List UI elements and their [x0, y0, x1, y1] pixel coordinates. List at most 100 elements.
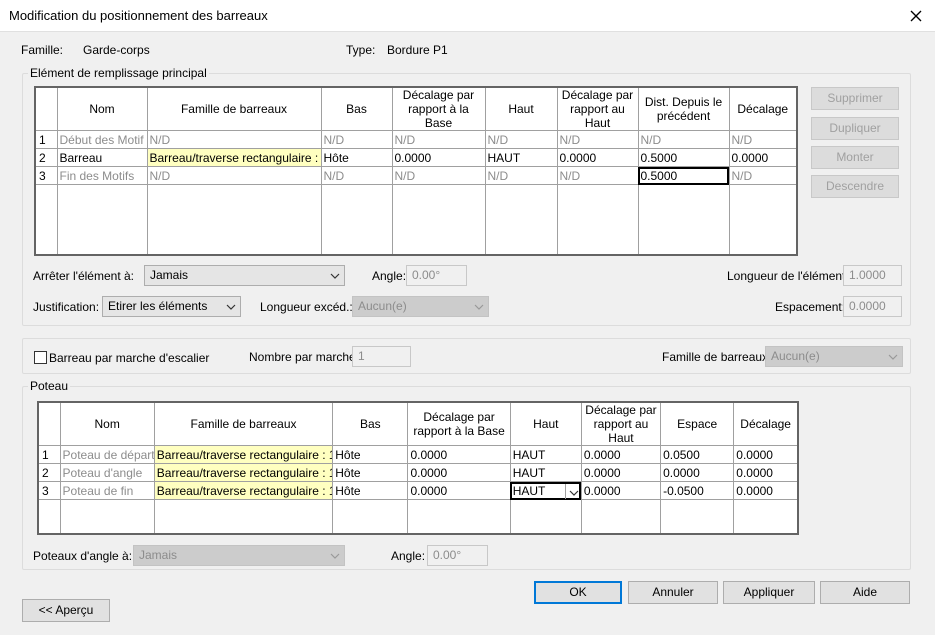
cell-bas[interactable]: Hôte	[332, 445, 409, 464]
column-header-decalage-haut[interactable]: Décalage par rapport au Haut	[556, 86, 639, 131]
column-header-haut[interactable]: Haut	[484, 86, 558, 131]
cell-famille[interactable]: N/D	[146, 130, 322, 149]
cell-haut-combo[interactable]: HAUT	[509, 481, 582, 500]
cell-bas[interactable]: Hôte	[332, 463, 409, 482]
column-header-bas[interactable]: Bas	[320, 86, 393, 131]
cell-decalage-haut[interactable]: 0.0000	[580, 445, 662, 464]
apercu-button[interactable]: << Aperçu	[22, 599, 110, 622]
cell-famille[interactable]: Barreau/traverse rectangulaire : 1	[153, 481, 334, 500]
column-header-nom[interactable]: Nom	[56, 86, 148, 131]
cell-dist[interactable]: 0.5000	[637, 148, 730, 167]
aide-button[interactable]: Aide	[820, 581, 910, 604]
cell-espace[interactable]: -0.0500	[660, 481, 735, 500]
cell-decalage[interactable]: 0.0000	[733, 481, 799, 500]
cell-nom[interactable]: Fin des Motifs	[56, 166, 148, 185]
justification-label: Justification:	[33, 300, 100, 314]
cell-nom[interactable]: Poteau de départ	[59, 445, 155, 464]
column-header-decalage-base[interactable]: Décalage par rapport à la Base	[391, 86, 486, 131]
justification-select[interactable]: Etirer les éléments	[102, 296, 241, 317]
cell-nom[interactable]: Début des Motif	[56, 130, 148, 149]
cell-decalage-base[interactable]: 0.0000	[391, 148, 486, 167]
cell-dist[interactable]: N/D	[637, 130, 730, 149]
close-icon[interactable]	[905, 5, 927, 27]
column-header-espace[interactable]: Espace	[660, 401, 735, 446]
supprimer-button[interactable]: Supprimer	[811, 87, 899, 110]
famille-label: Famille:	[21, 43, 64, 57]
cell-decalage-haut[interactable]: N/D	[556, 166, 639, 185]
cell-bas[interactable]: N/D	[320, 130, 393, 149]
cell-decalage-base[interactable]: 0.0000	[407, 445, 511, 464]
cell-bas[interactable]: N/D	[320, 166, 393, 185]
dupliquer-button[interactable]: Dupliquer	[811, 117, 899, 140]
monter-button[interactable]: Monter	[811, 146, 899, 169]
arreter-select[interactable]: Jamais	[144, 265, 345, 286]
stair-famille-select[interactable]: Aucun(e)	[765, 346, 903, 367]
cell-haut[interactable]: HAUT	[484, 148, 558, 167]
cell-haut[interactable]: N/D	[484, 166, 558, 185]
longueur-exced-label: Longueur excéd.:	[260, 300, 353, 314]
cell-haut[interactable]: HAUT	[509, 445, 582, 464]
cell-haut[interactable]: N/D	[484, 130, 558, 149]
column-header-famille[interactable]: Famille de barreaux	[146, 86, 322, 131]
longueur-element-label: Longueur de l'élément:	[727, 269, 849, 283]
column-header-haut[interactable]: Haut	[509, 401, 582, 446]
longueur-exced-select[interactable]: Aucun(e)	[352, 296, 489, 317]
cell-nom[interactable]: Poteau d'angle	[59, 463, 155, 482]
cell-decalage-haut[interactable]: 0.0000	[556, 148, 639, 167]
column-header-decalage[interactable]: Décalage	[733, 401, 799, 446]
table-row[interactable]: 1 Poteau de départ Barreau/traverse rect…	[37, 445, 799, 464]
cell-nom[interactable]: Barreau	[56, 148, 148, 167]
longueur-element-field[interactable]: 1.0000	[843, 265, 902, 286]
stair-famille-value: Aucun(e)	[771, 349, 820, 363]
column-header-decalage[interactable]: Décalage	[728, 86, 798, 131]
column-header-nom[interactable]: Nom	[59, 401, 155, 446]
column-header-famille[interactable]: Famille de barreaux	[153, 401, 334, 446]
cell-decalage-base[interactable]: 0.0000	[407, 481, 511, 500]
cell-nom[interactable]: Poteau de fin	[59, 481, 155, 500]
table-row[interactable]: 2 Barreau Barreau/traverse rectangulaire…	[34, 148, 798, 167]
column-header-dist[interactable]: Dist. Depuis le précédent	[637, 86, 730, 131]
angle-field[interactable]: 0.00°	[406, 265, 467, 286]
cell-decalage-base[interactable]: 0.0000	[407, 463, 511, 482]
cell-haut[interactable]: HAUT	[509, 463, 582, 482]
table-row[interactable]: 1 Début des Motif N/D N/D N/D N/D N/D N/…	[34, 130, 798, 149]
cell-espace[interactable]: 0.0500	[660, 445, 735, 464]
espacement-field[interactable]: 0.0000	[843, 296, 902, 317]
angle-posts-select[interactable]: Jamais	[133, 545, 345, 566]
column-header-bas[interactable]: Bas	[332, 401, 409, 446]
cell-decalage-base[interactable]: N/D	[391, 166, 486, 185]
cell-decalage-haut[interactable]: 0.0000	[580, 481, 662, 500]
table-row[interactable]: 3 Fin des Motifs N/D N/D N/D N/D N/D 0.5…	[34, 166, 798, 185]
ok-button[interactable]: OK	[534, 581, 622, 604]
descendre-button[interactable]: Descendre	[811, 175, 899, 198]
annuler-button[interactable]: Annuler	[628, 581, 718, 604]
cell-decalage[interactable]: 0.0000	[728, 148, 798, 167]
cell-dist-selected[interactable]: 0.5000	[637, 166, 730, 185]
cell-famille[interactable]: Barreau/traverse rectangulaire : 1	[153, 463, 334, 482]
cell-famille[interactable]: Barreau/traverse rectangulaire :	[146, 148, 322, 167]
cell-famille[interactable]: Barreau/traverse rectangulaire : 1	[153, 445, 334, 464]
cell-espace[interactable]: 0.0000	[660, 463, 735, 482]
cell-bas[interactable]: Hôte	[332, 481, 409, 500]
cell-decalage[interactable]: N/D	[728, 130, 798, 149]
chevron-down-icon	[474, 304, 484, 310]
haut-combo-dropdown[interactable]	[564, 483, 580, 499]
cell-decalage-base[interactable]: N/D	[391, 130, 486, 149]
poteau-angle-field[interactable]: 0.00°	[427, 545, 488, 566]
row-index: 3	[34, 166, 58, 185]
cell-famille[interactable]: N/D	[146, 166, 322, 185]
nombre-par-marche-field[interactable]: 1	[352, 346, 411, 367]
table-row[interactable]: 2 Poteau d'angle Barreau/traverse rectan…	[37, 463, 799, 482]
cell-decalage[interactable]: 0.0000	[733, 445, 799, 464]
cell-bas[interactable]: Hôte	[320, 148, 393, 167]
column-header-decalage-base[interactable]: Décalage par rapport à la Base	[407, 401, 511, 446]
table-row[interactable]: 3 Poteau de fin Barreau/traverse rectang…	[37, 481, 799, 500]
cell-decalage[interactable]: 0.0000	[733, 463, 799, 482]
type-label: Type:	[346, 43, 376, 57]
cell-decalage[interactable]: N/D	[728, 166, 798, 185]
barreau-par-marche-checkbox[interactable]	[34, 351, 47, 364]
appliquer-button[interactable]: Appliquer	[723, 581, 815, 604]
cell-decalage-haut[interactable]: 0.0000	[580, 463, 662, 482]
cell-decalage-haut[interactable]: N/D	[556, 130, 639, 149]
column-header-decalage-haut[interactable]: Décalage par rapport au Haut	[580, 401, 662, 446]
